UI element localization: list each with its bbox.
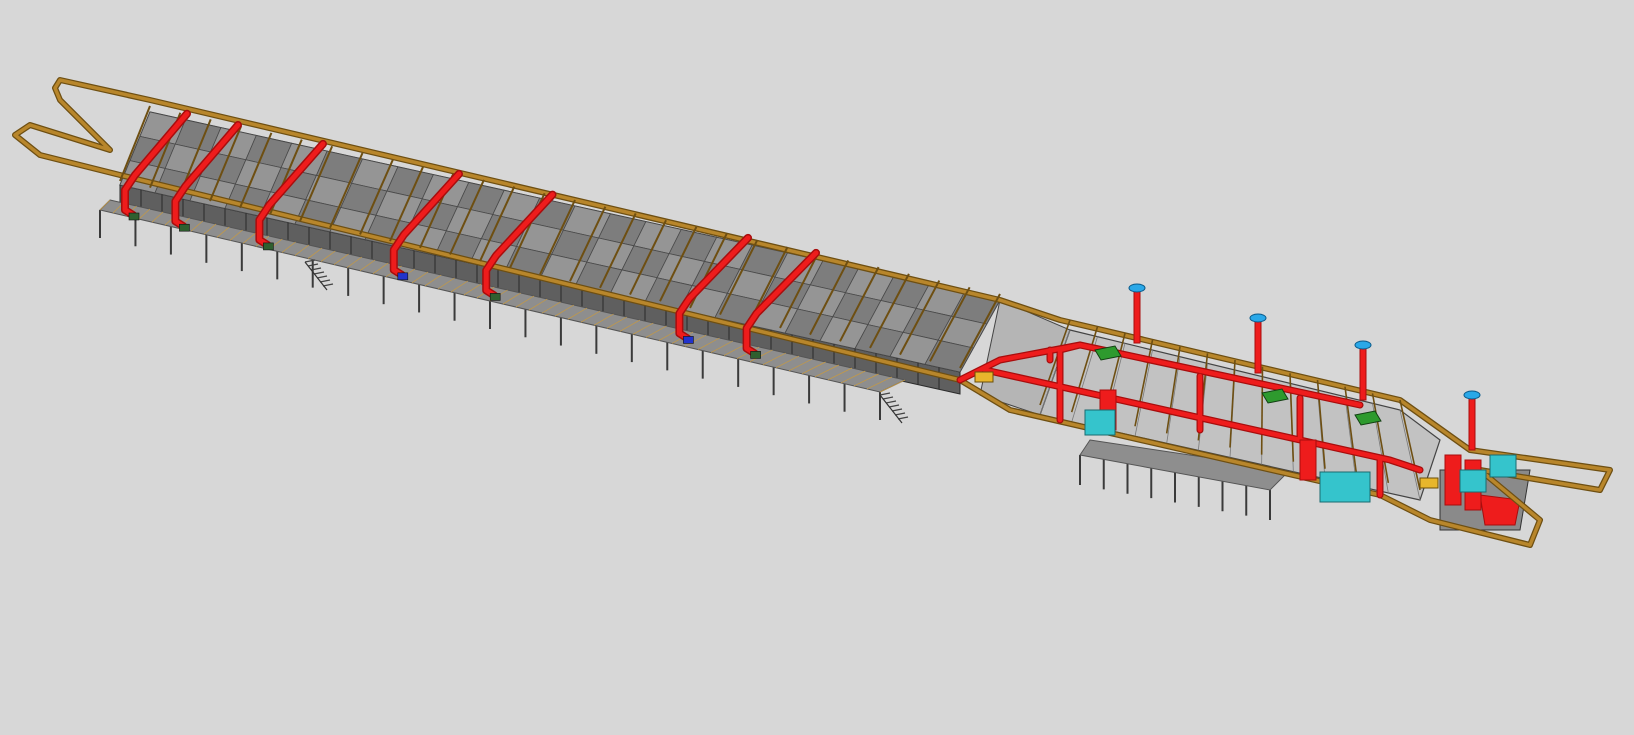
pump-icon — [683, 336, 694, 344]
stair-tread — [322, 283, 334, 287]
stair-tread — [897, 416, 909, 420]
stair-tread — [879, 392, 891, 396]
exhaust-stack-icon — [1249, 313, 1267, 323]
stair-tread — [891, 408, 903, 412]
oven-roof — [119, 111, 1001, 395]
burner-icon — [489, 293, 501, 301]
exhaust-stack — [1359, 344, 1367, 401]
exhaust-stack-icon — [1463, 390, 1481, 400]
exhaust-stack — [1254, 317, 1262, 374]
control-cabinet — [1489, 454, 1517, 478]
stair-tread — [316, 275, 328, 279]
transfer-drive — [974, 371, 994, 383]
stair-tread — [888, 404, 900, 408]
conveyor-crossbar — [1260, 366, 1264, 455]
exhaust-stack — [1133, 287, 1141, 344]
cad-viewport[interactable] — [0, 0, 1634, 735]
exhaust-stack-icon — [1354, 340, 1372, 350]
cooling-duct — [1444, 454, 1462, 506]
exhaust-stack-icon — [1128, 283, 1146, 293]
stair-tread — [319, 279, 331, 283]
stair-stringer — [304, 261, 328, 291]
burner-icon — [263, 242, 274, 251]
stair-tread — [313, 271, 325, 275]
control-cabinet — [1459, 469, 1487, 493]
burner-icon — [750, 351, 761, 359]
stair-tread — [894, 412, 906, 416]
exhaust-stack — [1468, 394, 1476, 451]
stair-tread — [885, 400, 897, 404]
cooling-duct — [1299, 439, 1317, 481]
pump-icon — [397, 272, 409, 281]
control-cabinet — [1319, 471, 1371, 503]
transfer-drive — [1419, 477, 1439, 489]
burner-icon — [128, 212, 140, 221]
oven-line-3d-model[interactable] — [0, 0, 1634, 735]
stair-tread — [882, 396, 894, 400]
burner-icon — [179, 223, 190, 232]
stair-stringer — [879, 394, 903, 424]
control-cabinet — [1084, 409, 1116, 436]
